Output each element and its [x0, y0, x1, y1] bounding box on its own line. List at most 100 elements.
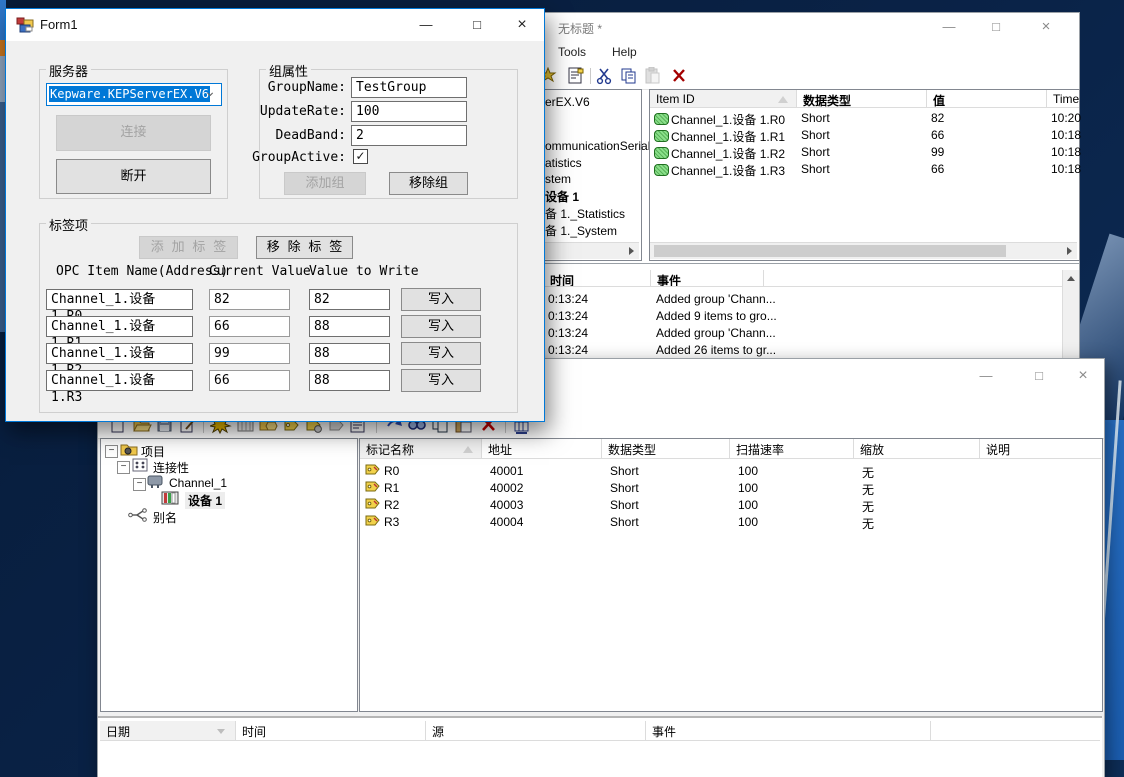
remove-group-button[interactable]: 移除组	[389, 172, 468, 195]
add-tag-button[interactable]: 添 加 标 签	[139, 236, 238, 259]
log-header-blank	[764, 270, 1062, 287]
col-header-item-name: OPC Item Name(Address)	[56, 264, 228, 279]
tag-icon	[365, 463, 385, 481]
server-groupbox-label: 服务器	[46, 61, 91, 80]
quick-client-list-pane: Item ID 数据类型 值 Times Channel_1.设备 1.R0 S…	[649, 89, 1080, 261]
write-value-field[interactable]: 82	[309, 289, 390, 310]
column-header-address[interactable]: 地址	[482, 439, 602, 459]
window-title: 无标题 *	[558, 20, 602, 37]
tree-item-selected[interactable]: 设备 1	[545, 188, 579, 205]
column-header-tagname[interactable]: 标记名称	[360, 439, 482, 459]
tag-icon	[365, 497, 385, 515]
column-header-scaling[interactable]: 缩放	[854, 439, 980, 459]
connect-button[interactable]: 连接	[56, 115, 211, 151]
write-button[interactable]: 写入	[401, 369, 481, 392]
form-app-icon	[16, 17, 36, 35]
opc-quick-client-window: 无标题 * — □ × Tools Help er	[543, 12, 1080, 360]
deadband-label: DeadBand:	[221, 128, 346, 143]
groupname-label: GroupName:	[221, 80, 346, 95]
close-button[interactable]: ×	[1029, 16, 1063, 38]
add-group-button[interactable]: 添加组	[284, 172, 366, 195]
log-header-time[interactable]: 时间	[544, 270, 651, 287]
column-header-datatype[interactable]: 数据类型	[602, 439, 730, 459]
menu-tools[interactable]: Tools	[558, 45, 586, 59]
cut-icon[interactable]	[595, 67, 615, 85]
close-button[interactable]: ×	[1066, 365, 1100, 387]
current-value-field[interactable]: 66	[209, 370, 290, 391]
item-name-field[interactable]: Channel_1.设备 1.R3	[46, 370, 193, 391]
alias-branch-icon	[128, 508, 148, 526]
groupname-field[interactable]: TestGroup	[351, 77, 467, 98]
log-header-event[interactable]: 事件	[646, 721, 931, 741]
groupactive-checkbox[interactable]: ✓	[353, 149, 368, 164]
log-header-time[interactable]: 时间	[236, 721, 426, 741]
write-button[interactable]: 写入	[401, 288, 481, 311]
toolbar-separator	[590, 68, 591, 84]
column-header-item-id[interactable]: Item ID	[650, 90, 797, 108]
remove-tag-button[interactable]: 移 除 标 签	[256, 236, 353, 259]
quick-client-toolbar	[544, 63, 1079, 90]
write-button[interactable]: 写入	[401, 315, 481, 338]
copy-icon[interactable]	[619, 67, 639, 85]
tree-item[interactable]: 备 1._System	[545, 222, 617, 239]
tree-item[interactable]: stem	[545, 172, 571, 186]
minimize-button[interactable]: —	[932, 16, 966, 38]
log-header-event[interactable]: 事件	[651, 270, 764, 287]
item-name-field[interactable]: Channel_1.设备 1.R2	[46, 343, 193, 364]
maximize-button[interactable]: □	[979, 16, 1013, 38]
paste-icon[interactable]	[643, 67, 663, 85]
column-header-scanrate[interactable]: 扫描速率	[730, 439, 854, 459]
window-title: Form1	[40, 17, 78, 32]
desktop: 无标题 * — □ × Tools Help er	[0, 0, 1124, 777]
updaterate-label: UpdateRate:	[221, 104, 346, 119]
log-vscrollbar[interactable]	[1062, 270, 1079, 360]
opc-item-icon	[654, 164, 669, 176]
log-header-source[interactable]: 源	[426, 721, 646, 741]
quick-client-log-pane: 时间 事件 0:13:24 Added group 'Chann... 0:13…	[544, 263, 1079, 360]
tree-item[interactable]: 备 1._Statistics	[545, 205, 625, 222]
column-header-datatype[interactable]: 数据类型	[797, 90, 927, 108]
log-header-date[interactable]: 日期	[100, 721, 236, 741]
tree-item[interactable]: ommunicationSerializa	[545, 139, 666, 153]
groupactive-label: GroupActive:	[221, 150, 346, 165]
close-button[interactable]: ×	[505, 14, 539, 36]
quick-client-titlebar: 无标题 * — □ ×	[544, 13, 1079, 41]
tree-item[interactable]: erEX.V6	[545, 95, 590, 109]
server-combobox[interactable]: Kepware.KEPServerEX.V6 ⌄	[46, 83, 222, 106]
delete-icon[interactable]	[670, 67, 690, 85]
column-header-timestamp[interactable]: Times	[1047, 90, 1079, 108]
kepserver-tree-pane: − 项目 − 连接性 − Channel_1 设备 1 别名	[100, 438, 358, 712]
tag-icon	[365, 514, 385, 532]
tree-item[interactable]: atistics	[545, 156, 582, 170]
maximize-button[interactable]: □	[460, 14, 494, 36]
col-header-value-to-write: Value to Write	[309, 264, 419, 279]
deadband-field[interactable]: 2	[351, 125, 467, 146]
current-value-field[interactable]: 66	[209, 316, 290, 337]
write-value-field[interactable]: 88	[309, 343, 390, 364]
properties-icon[interactable]	[566, 67, 586, 85]
minimize-button[interactable]: —	[409, 14, 443, 36]
kepserver-event-log: 日期 时间 源 事件	[98, 716, 1102, 777]
maximize-button[interactable]: □	[1022, 365, 1056, 387]
minimize-button[interactable]: —	[969, 365, 1003, 387]
disconnect-button[interactable]: 断开	[56, 159, 211, 194]
write-value-field[interactable]: 88	[309, 316, 390, 337]
opc-item-icon	[654, 147, 669, 159]
chevron-down-icon[interactable]: ⌄	[204, 83, 216, 100]
column-header-value[interactable]: 值	[927, 90, 1047, 108]
updaterate-field[interactable]: 100	[351, 101, 467, 122]
quick-client-tree-pane: erEX.V6 ommunicationSerializa atistics s…	[543, 89, 642, 261]
quick-client-menubar: Tools Help	[544, 41, 1079, 63]
item-name-field[interactable]: Channel_1.设备 1.R0	[46, 289, 193, 310]
menu-help[interactable]: Help	[612, 45, 637, 59]
current-value-field[interactable]: 99	[209, 343, 290, 364]
form1-titlebar: Form1 — □ ×	[6, 9, 544, 42]
column-header-description[interactable]: 说明	[980, 439, 1101, 459]
write-value-field[interactable]: 88	[309, 370, 390, 391]
list-hscrollbar[interactable]	[650, 242, 1077, 259]
tree-hscrollbar[interactable]	[543, 242, 639, 259]
item-name-field[interactable]: Channel_1.设备 1.R1	[46, 316, 193, 337]
write-button[interactable]: 写入	[401, 342, 481, 365]
project-folder-icon	[119, 441, 139, 459]
current-value-field[interactable]: 82	[209, 289, 290, 310]
